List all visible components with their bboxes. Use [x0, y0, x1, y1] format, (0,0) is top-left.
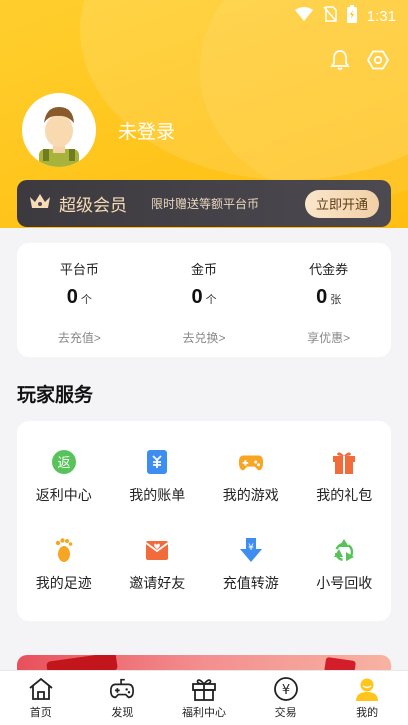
svg-text:返: 返: [57, 456, 70, 471]
wallet-value: 0个: [66, 286, 92, 308]
service-account-recycle[interactable]: 小号回收: [298, 521, 392, 609]
service-my-gifts[interactable]: 我的礼包: [298, 433, 392, 521]
gamepad-icon: [238, 449, 264, 475]
wallet-gold-coin[interactable]: 金币 0个 去兑换>: [142, 243, 267, 357]
battery-icon: [346, 5, 357, 28]
tab-home[interactable]: 首页: [0, 671, 82, 725]
exchange-link[interactable]: 去兑换>: [183, 329, 226, 346]
services-grid: 返 返利中心 我的账单 我的游戏 我的礼包 我的足迹 邀请好友 ¥ 充值转游 小…: [17, 421, 391, 621]
wallet-value: 0张: [316, 286, 342, 308]
wallet-label: 代金券: [309, 262, 349, 277]
gear-icon[interactable]: [366, 48, 390, 72]
username[interactable]: 未登录: [118, 117, 175, 144]
recycle-icon: [331, 537, 357, 563]
service-my-bill[interactable]: 我的账单: [111, 433, 205, 521]
tab-discover[interactable]: 发现: [82, 671, 164, 725]
bill-icon: [144, 449, 170, 475]
footprint-icon: [51, 537, 77, 563]
no-sim-icon: [323, 6, 337, 27]
transfer-icon: ¥: [238, 537, 264, 563]
invite-icon: [144, 537, 170, 563]
service-rebate-center[interactable]: 返 返利中心: [17, 433, 111, 521]
tab-trade[interactable]: ¥ 交易: [245, 671, 327, 725]
bottom-tab-bar: 首页 发现 福利中心 ¥ 交易 我的: [0, 670, 408, 725]
wallet-value: 0个: [191, 286, 217, 308]
yen-icon: ¥: [273, 676, 299, 702]
service-invite-friends[interactable]: 邀请好友: [111, 521, 205, 609]
vip-banner[interactable]: 超级会员 限时赠送等额平台币 立即开通: [17, 180, 391, 227]
home-icon: [28, 676, 54, 702]
gift-icon: [331, 449, 357, 475]
service-recharge-transfer[interactable]: ¥ 充值转游: [204, 521, 298, 609]
vip-description: 限时赠送等额平台币: [151, 197, 260, 211]
recharge-link[interactable]: 去充值>: [58, 329, 101, 346]
vip-title: 超级会员: [59, 196, 127, 215]
bell-icon[interactable]: [328, 48, 352, 72]
wallet-label: 平台币: [59, 262, 99, 277]
profile-header[interactable]: 未登录: [22, 93, 175, 167]
svg-text:¥: ¥: [248, 543, 254, 553]
svg-text:¥: ¥: [281, 683, 289, 698]
tab-mine[interactable]: 我的: [326, 671, 408, 725]
rebate-icon: 返: [51, 449, 77, 475]
status-bar: 1:31: [0, 0, 408, 30]
service-my-footprint[interactable]: 我的足迹: [17, 521, 111, 609]
discount-link[interactable]: 享优惠>: [307, 329, 350, 346]
wallet-label: 金币: [191, 262, 218, 277]
controller-icon: [109, 676, 135, 702]
wallet-platform-coin[interactable]: 平台币 0个 去充值>: [17, 243, 142, 357]
vip-open-button[interactable]: 立即开通: [305, 189, 379, 218]
gift-box-icon: [191, 676, 217, 702]
tab-welfare-center[interactable]: 福利中心: [163, 671, 245, 725]
wallet-voucher[interactable]: 代金券 0张 享优惠>: [266, 243, 391, 357]
services-title: 玩家服务: [17, 385, 94, 406]
wifi-icon: [294, 7, 313, 26]
wallet-card: 平台币 0个 去充值> 金币 0个 去兑换> 代金券 0张 享优惠>: [17, 243, 391, 357]
crown-icon: [29, 192, 51, 215]
service-my-games[interactable]: 我的游戏: [204, 433, 298, 521]
status-time: 1:31: [366, 8, 396, 25]
user-icon: [354, 676, 380, 702]
avatar[interactable]: [22, 93, 96, 167]
